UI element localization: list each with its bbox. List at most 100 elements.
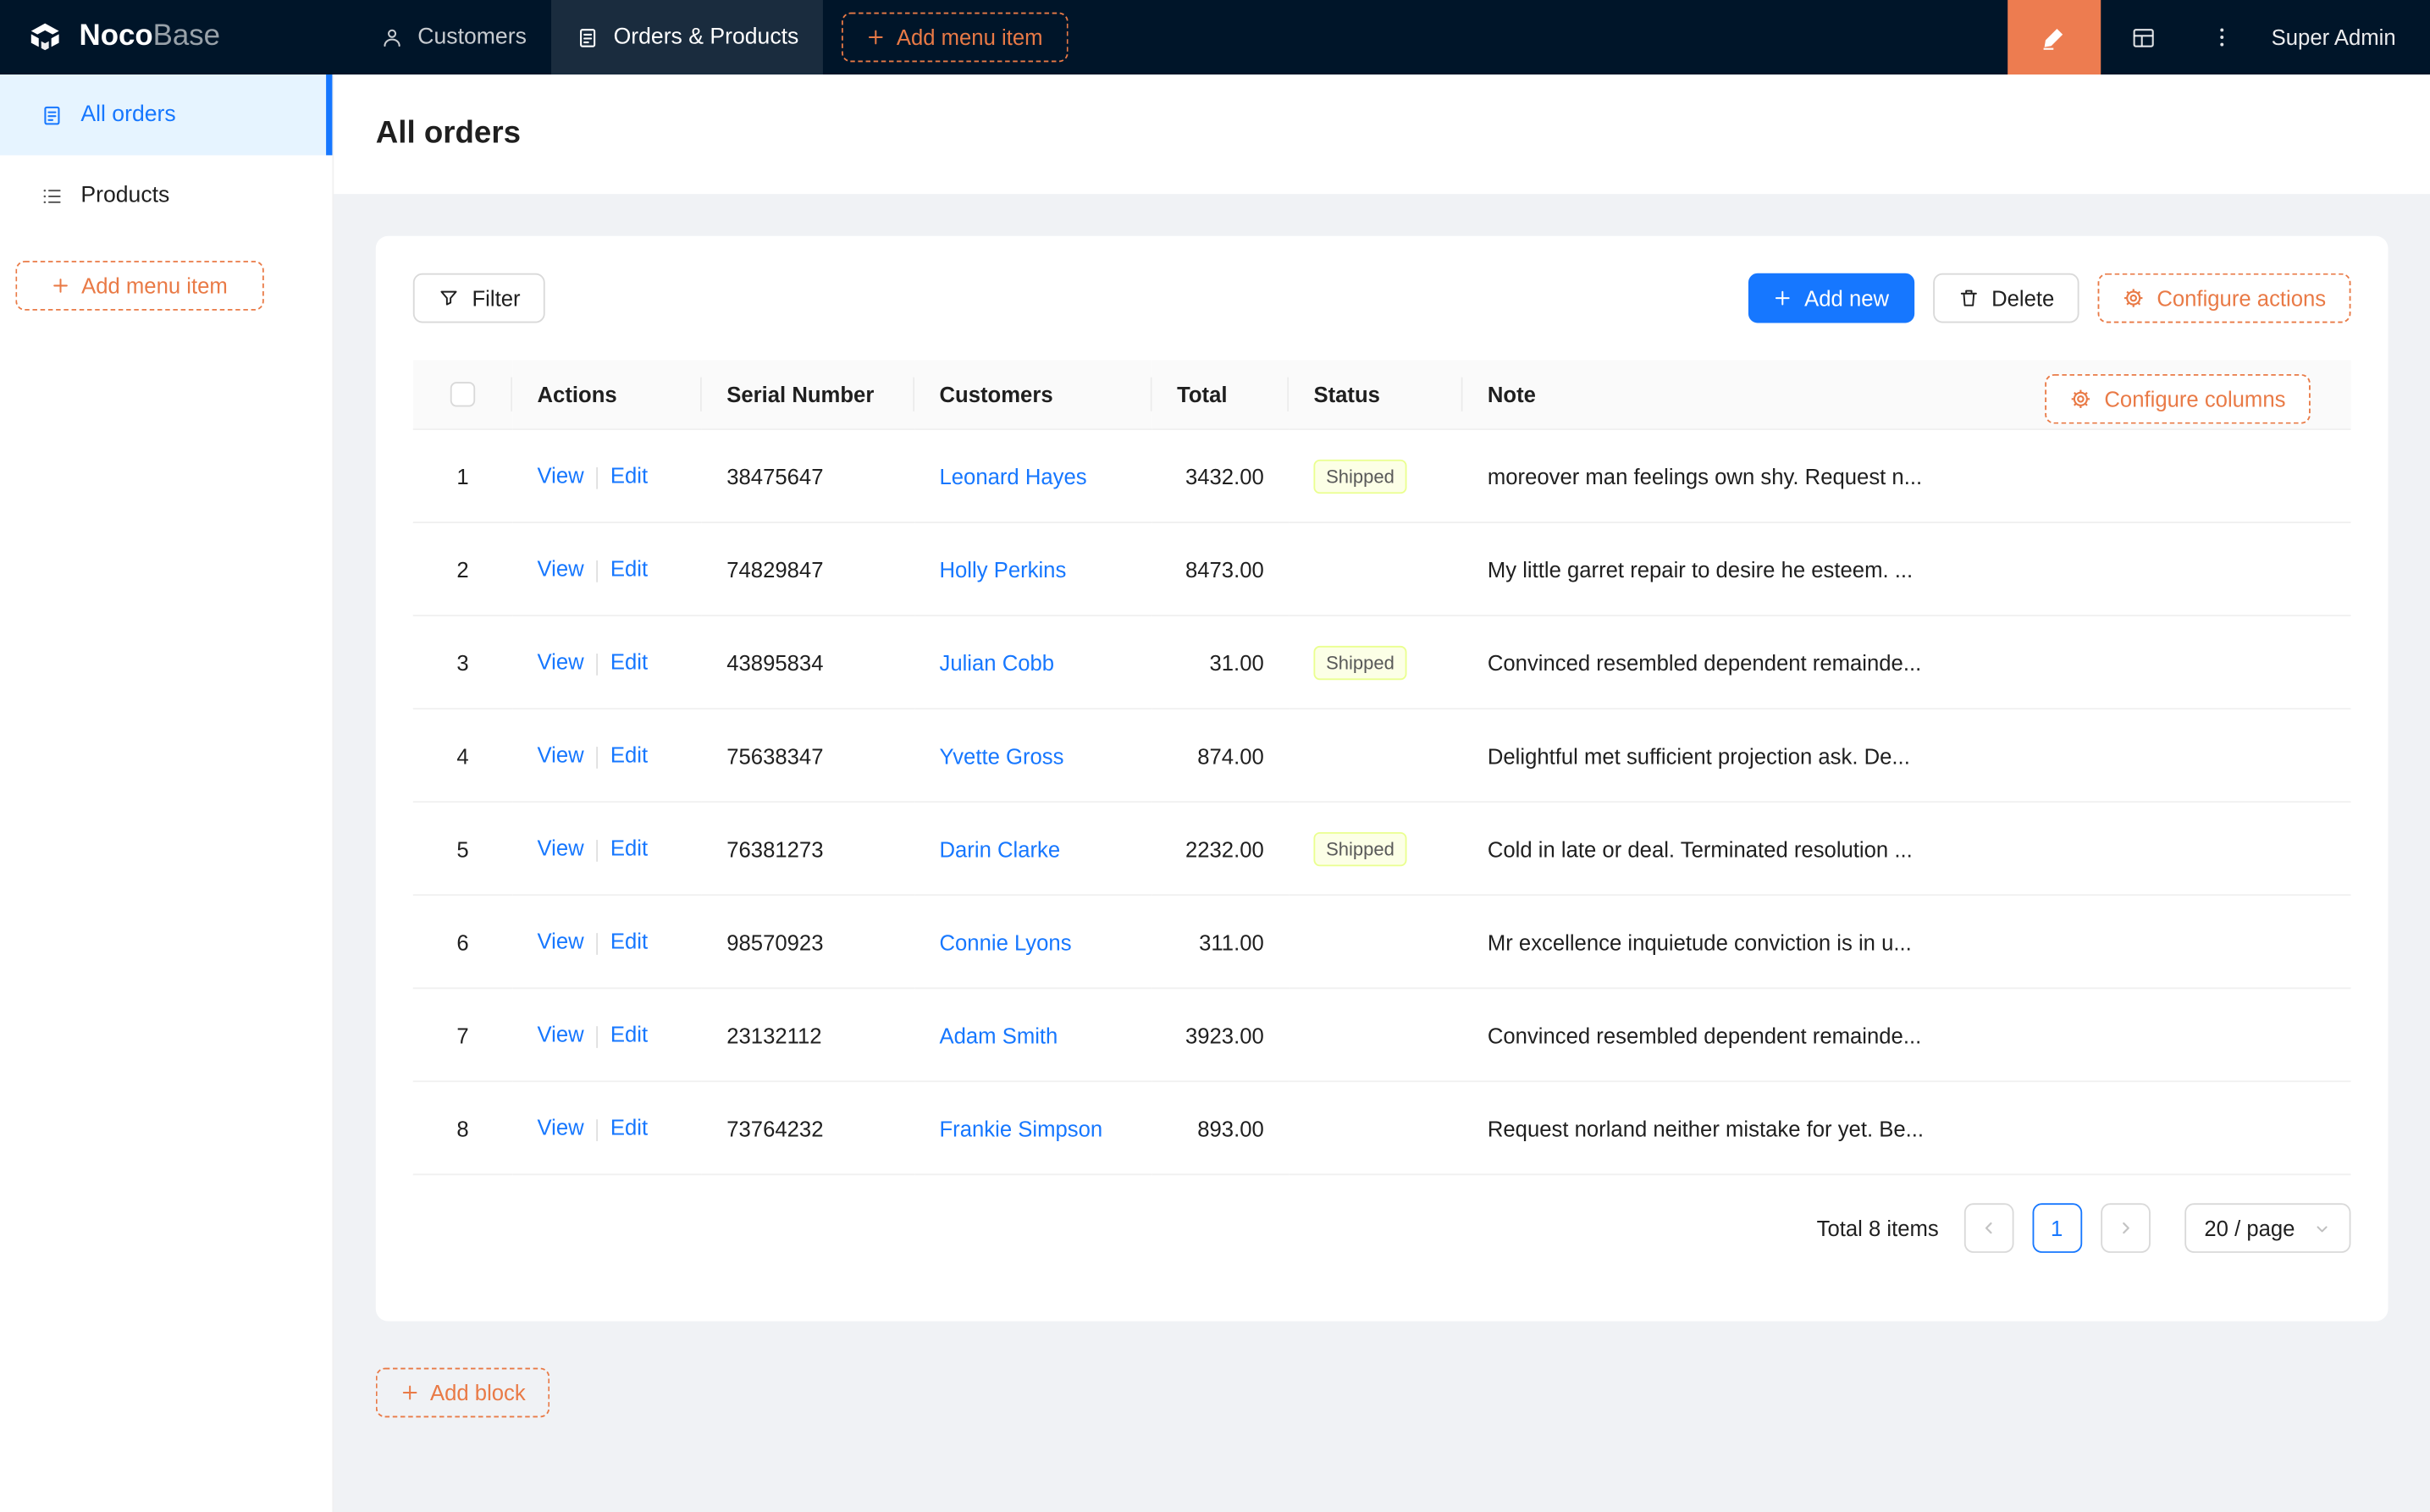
action-divider	[596, 1118, 599, 1141]
row-note: Cold in late or deal. Terminated resolut…	[1462, 802, 2351, 897]
customer-link[interactable]: Connie Lyons	[939, 930, 1071, 954]
view-link[interactable]: View	[538, 649, 584, 674]
status-tag: Shipped	[1313, 644, 1407, 680]
edit-link[interactable]: Edit	[610, 836, 648, 860]
view-link[interactable]: View	[538, 836, 584, 860]
customer-link[interactable]: Yvette Gross	[939, 743, 1063, 768]
row-total: 311.00	[1151, 895, 1290, 990]
plus-icon	[869, 30, 884, 45]
row-customer-cell: Darin Clarke	[914, 802, 1152, 897]
row-note: Delightful met sufficient projection ask…	[1462, 709, 2351, 803]
user-menu[interactable]: Super Admin	[2256, 25, 2430, 49]
view-link[interactable]: View	[538, 463, 584, 488]
edit-link[interactable]: Edit	[610, 649, 648, 674]
edit-link[interactable]: Edit	[610, 1115, 648, 1140]
row-index[interactable]: 1	[412, 429, 513, 524]
sidebar-item-label: All orders	[80, 102, 176, 128]
sidebar-item-products[interactable]: Products	[0, 155, 332, 235]
chevron-right-icon	[2122, 1222, 2129, 1234]
nav-tab-label: Customers	[417, 25, 527, 50]
pagination-prev-button[interactable]	[1963, 1203, 2013, 1253]
customer-link[interactable]: Julian Cobb	[939, 649, 1054, 674]
customer-link[interactable]: Adam Smith	[939, 1023, 1058, 1047]
nav-tab-orders-products[interactable]: Orders & Products	[551, 0, 824, 75]
edit-link[interactable]: Edit	[610, 463, 648, 488]
row-actions-cell: View Edit	[512, 429, 702, 524]
configure-columns-button[interactable]: Configure columns	[2045, 373, 2311, 424]
delete-button[interactable]: Delete	[1932, 273, 2079, 323]
page-size-value: 20 / page	[2204, 1215, 2295, 1241]
navbar-right: Super Admin	[2007, 0, 2430, 75]
view-link[interactable]: View	[538, 556, 584, 581]
customer-link[interactable]: Leonard Hayes	[939, 463, 1086, 488]
page-size-select[interactable]: 20 / page	[2184, 1203, 2351, 1253]
row-actions-cell: View Edit	[512, 709, 702, 803]
form-file-icon	[41, 103, 64, 127]
nav-tab-customers[interactable]: Customers	[356, 0, 551, 74]
configure-actions-button[interactable]: Configure actions	[2097, 273, 2351, 323]
row-index[interactable]: 8	[412, 1081, 513, 1176]
edit-link[interactable]: Edit	[610, 556, 648, 581]
add-menu-item-label: Add menu item	[896, 25, 1043, 50]
more-menu-button[interactable]	[2188, 0, 2256, 74]
orders-table: Actions Serial Number Customers Total St…	[412, 360, 2351, 1176]
highlighter-icon	[2044, 28, 2063, 49]
sidebar-item-all-orders[interactable]: All orders	[0, 74, 333, 156]
add-menu-item-button-sidebar[interactable]: Add menu item	[15, 261, 264, 311]
row-index[interactable]: 7	[412, 988, 513, 1083]
view-link[interactable]: View	[538, 742, 584, 767]
customer-link[interactable]: Frankie Simpson	[939, 1116, 1102, 1140]
edit-link[interactable]: Edit	[610, 1022, 648, 1046]
sidebar-item-label: Products	[80, 183, 170, 208]
row-index[interactable]: 2	[412, 522, 513, 617]
edit-link[interactable]: Edit	[610, 742, 648, 767]
view-link[interactable]: View	[538, 1022, 584, 1046]
pagination-page-1[interactable]: 1	[2031, 1203, 2082, 1253]
add-menu-item-button-navbar[interactable]: Add menu item	[842, 12, 1068, 63]
file-icon	[580, 28, 596, 47]
collections-manager-button[interactable]	[2101, 0, 2188, 74]
row-actions-cell: View Edit	[512, 988, 702, 1083]
pagination-next-button[interactable]	[2100, 1203, 2151, 1253]
row-index[interactable]: 6	[412, 895, 513, 990]
funnel-icon	[440, 290, 457, 306]
filter-button[interactable]: Filter	[412, 273, 545, 323]
row-status-cell	[1289, 522, 1463, 617]
view-link[interactable]: View	[538, 929, 584, 953]
user-icon	[384, 28, 400, 47]
row-customer-cell: Frankie Simpson	[914, 1081, 1152, 1176]
view-link[interactable]: View	[538, 1115, 584, 1140]
navbar-menu: Customers Orders & Products Add menu ite…	[356, 0, 1068, 75]
logo[interactable]: NocoBase	[0, 0, 334, 74]
logo-text: NocoBase	[80, 20, 221, 54]
action-divider	[596, 1025, 599, 1048]
row-index[interactable]: 3	[412, 615, 513, 710]
row-total: 31.00	[1151, 615, 1290, 710]
select-all-checkbox[interactable]	[450, 382, 476, 407]
row-index[interactable]: 5	[412, 802, 513, 897]
plus-icon	[53, 279, 69, 293]
add-block-label: Add block	[429, 1380, 526, 1405]
gear-icon	[2072, 389, 2090, 409]
row-total: 8473.00	[1151, 522, 1290, 617]
action-divider	[596, 932, 599, 955]
row-customer-cell: Holly Perkins	[914, 522, 1152, 617]
row-index[interactable]: 4	[412, 709, 513, 803]
action-divider	[596, 560, 599, 582]
row-note: Convinced resembled dependent remainde..…	[1462, 988, 2351, 1083]
row-actions-cell: View Edit	[512, 615, 702, 710]
row-actions-cell: View Edit	[512, 522, 702, 617]
add-new-button[interactable]: Add new	[1748, 273, 1914, 323]
add-block-button[interactable]: Add block	[375, 1367, 551, 1418]
edit-link[interactable]: Edit	[610, 929, 648, 953]
chevron-left-icon	[1985, 1222, 1991, 1234]
row-note: Request norland neither mistake for yet.…	[1462, 1081, 2351, 1176]
logo-noco: Noco	[79, 19, 153, 53]
row-actions-cell: View Edit	[512, 1081, 702, 1176]
customer-link[interactable]: Darin Clarke	[939, 836, 1060, 861]
customer-link[interactable]: Holly Perkins	[939, 556, 1066, 581]
ui-editor-button[interactable]	[2007, 0, 2101, 75]
column-header-actions: Actions	[512, 360, 702, 430]
nav-tab-label: Orders & Products	[613, 25, 799, 50]
page-content: Filter Add new Delete Configure actions …	[334, 194, 2430, 1512]
